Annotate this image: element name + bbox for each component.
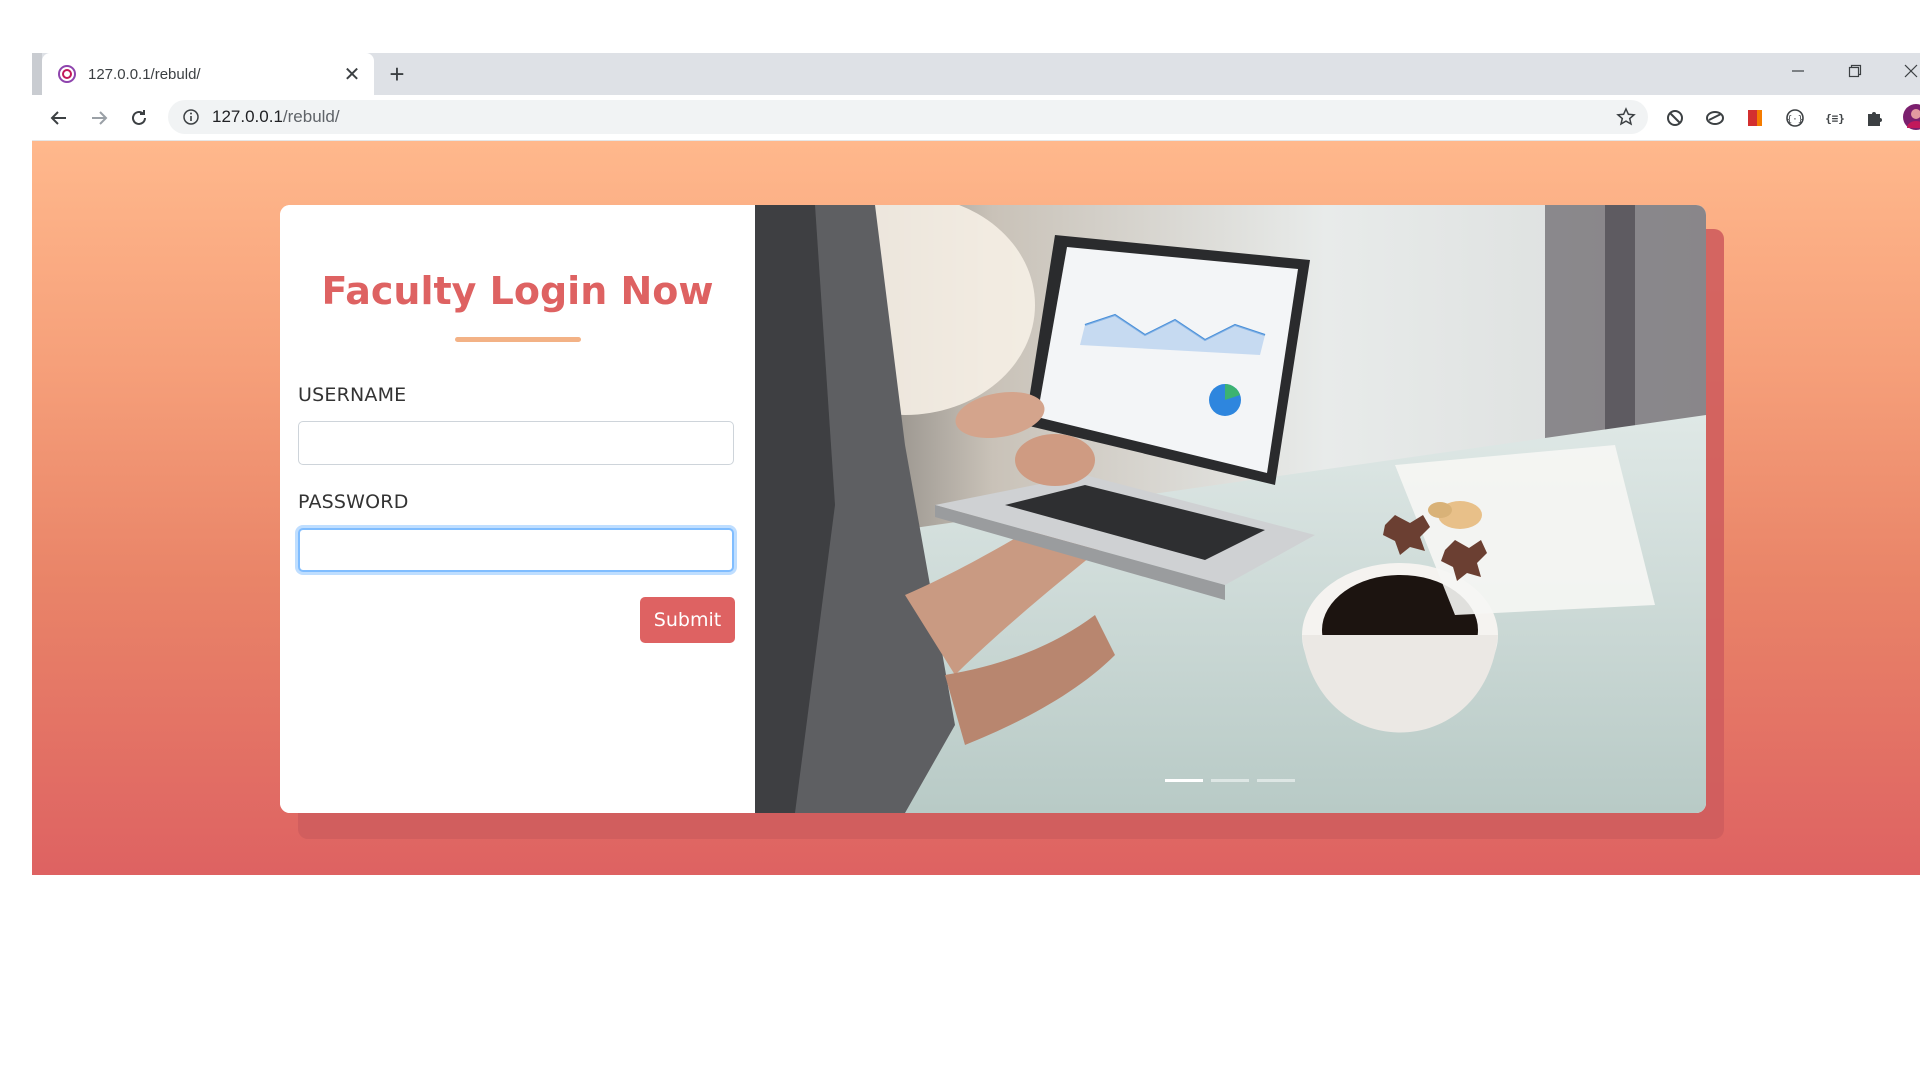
json-icon[interactable]: {≡} bbox=[1822, 105, 1848, 131]
username-input[interactable] bbox=[298, 421, 734, 465]
avatar[interactable] bbox=[1902, 103, 1920, 131]
bookmark-icon[interactable] bbox=[1742, 105, 1768, 131]
login-form: Faculty Login Now USERNAME PASSWORD Subm… bbox=[280, 205, 755, 813]
reload-icon[interactable] bbox=[124, 103, 154, 133]
image-carousel[interactable] bbox=[755, 205, 1706, 813]
extension-icon[interactable] bbox=[1702, 105, 1728, 131]
new-tab-button[interactable]: + bbox=[382, 59, 412, 89]
carousel-indicators bbox=[1165, 779, 1295, 782]
svg-text:{≡}: {≡} bbox=[1825, 112, 1845, 125]
password-input[interactable] bbox=[298, 528, 734, 572]
tab-strip-edge bbox=[32, 53, 42, 95]
svg-text:{·}: {·} bbox=[1787, 115, 1803, 125]
url-host: 127.0.0.1 bbox=[212, 107, 283, 126]
block-icon[interactable] bbox=[1662, 105, 1688, 131]
tab-close-icon[interactable]: ✕ bbox=[340, 62, 364, 86]
login-title: Faculty Login Now bbox=[321, 269, 714, 313]
laptop-photo bbox=[755, 205, 1706, 813]
submit-button[interactable]: Submit bbox=[640, 597, 735, 643]
title-underline bbox=[455, 337, 581, 342]
back-icon[interactable] bbox=[44, 103, 74, 133]
url-text: 127.0.0.1/rebuld/ bbox=[212, 107, 340, 127]
page-background: Faculty Login Now USERNAME PASSWORD Subm… bbox=[32, 141, 1920, 875]
close-window-icon[interactable] bbox=[1888, 53, 1920, 89]
username-label: USERNAME bbox=[298, 384, 407, 406]
puzzle-icon[interactable] bbox=[1862, 105, 1888, 131]
tab-title: 127.0.0.1/rebuld/ bbox=[88, 65, 201, 83]
browser-tab[interactable]: 127.0.0.1/rebuld/ ✕ bbox=[42, 53, 374, 95]
carousel-indicator-3[interactable] bbox=[1257, 779, 1295, 782]
star-icon[interactable] bbox=[1616, 107, 1636, 127]
url-path: /rebuld/ bbox=[282, 107, 340, 126]
favicon-icon bbox=[58, 65, 76, 83]
browser-toolbar: 127.0.0.1/rebuld/ {·} {≡} bbox=[32, 95, 1920, 141]
browser-tab-bar: 127.0.0.1/rebuld/ ✕ + bbox=[32, 53, 1920, 95]
restore-icon[interactable] bbox=[1832, 53, 1878, 89]
password-label: PASSWORD bbox=[298, 491, 409, 513]
carousel-indicator-1[interactable] bbox=[1165, 779, 1203, 782]
minimize-icon[interactable] bbox=[1775, 53, 1821, 89]
code-icon[interactable]: {·} bbox=[1782, 105, 1808, 131]
login-card: Faculty Login Now USERNAME PASSWORD Subm… bbox=[280, 205, 1706, 813]
forward-icon[interactable] bbox=[84, 103, 114, 133]
address-bar[interactable]: 127.0.0.1/rebuld/ bbox=[168, 100, 1648, 134]
carousel-indicator-2[interactable] bbox=[1211, 779, 1249, 782]
info-icon[interactable] bbox=[182, 108, 200, 126]
